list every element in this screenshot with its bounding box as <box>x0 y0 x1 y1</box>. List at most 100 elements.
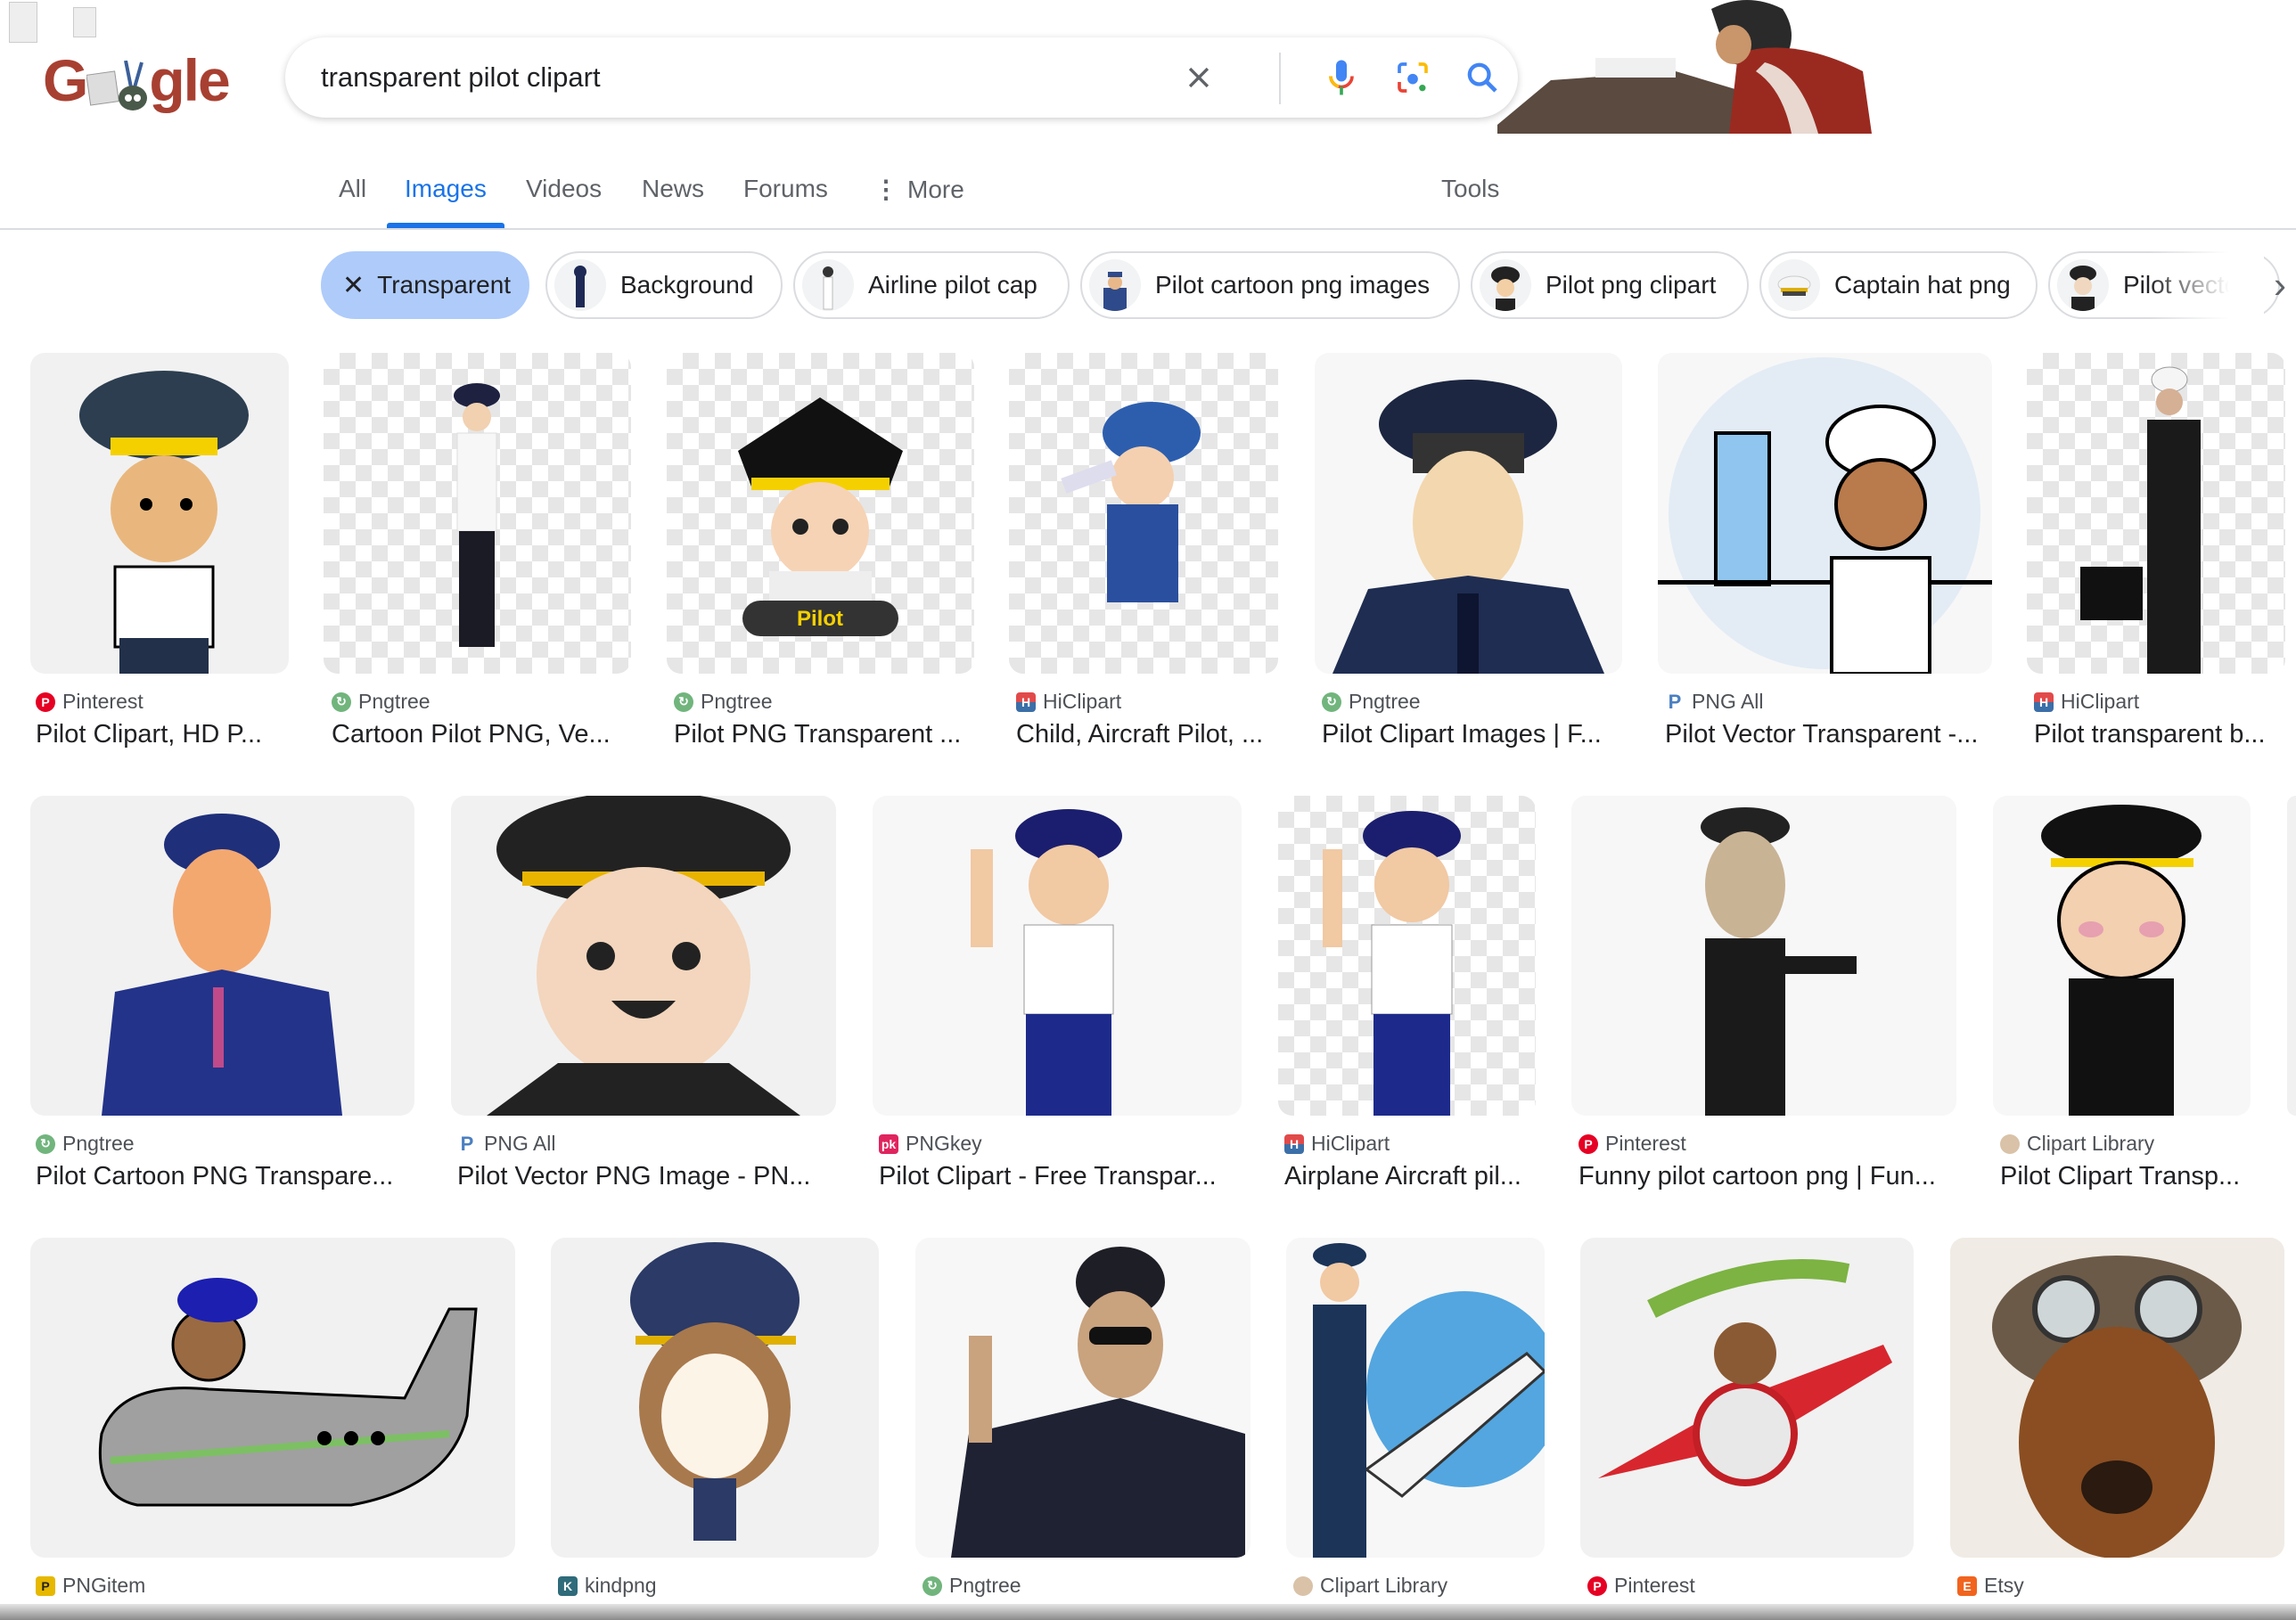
result-title-9[interactable]: Pilot Vector PNG Image - PN... <box>457 1162 836 1191</box>
pinterest-icon: P <box>1587 1575 1607 1596</box>
doodle-artwork[interactable] <box>1497 0 1907 134</box>
clipart-library-icon <box>1293 1575 1313 1596</box>
result-source-14[interactable]: P PNGitem <box>36 1574 145 1598</box>
result-image-3[interactable]: Pilot <box>667 353 974 674</box>
result-source-17[interactable]: Clipart Library <box>1293 1574 1447 1598</box>
source-name: Pngtree <box>701 690 773 713</box>
result-source-15[interactable]: Kkindpng <box>558 1574 657 1598</box>
clear-search-button[interactable] <box>1177 55 1221 100</box>
result-title-2[interactable]: Cartoon Pilot PNG, Ve... <box>332 720 631 749</box>
close-icon <box>1188 67 1210 88</box>
chip-background[interactable]: Background <box>545 251 783 319</box>
result-image-14[interactable] <box>30 1238 515 1558</box>
chip-thumbnail <box>802 259 854 311</box>
chip-pilot-cartoon-png-images[interactable]: Pilot cartoon png images <box>1080 251 1460 319</box>
result-image-4[interactable] <box>1009 353 1278 674</box>
source-name: PNG All <box>484 1132 556 1155</box>
result-title-8[interactable]: Pilot Cartoon PNG Transpare... <box>36 1162 414 1191</box>
pinterest-icon: P <box>1578 1133 1598 1154</box>
chip-airline-pilot-cap[interactable]: Airline pilot cap <box>793 251 1070 319</box>
chip-transparent[interactable]: ✕ Transparent <box>321 251 529 319</box>
tab-forums[interactable]: Forums <box>743 175 828 203</box>
tab-all[interactable]: All <box>339 175 366 203</box>
result-image-1[interactable] <box>30 353 289 674</box>
result-image-11[interactable] <box>1278 796 1536 1116</box>
result-title-12[interactable]: Funny pilot cartoon png | Fun... <box>1578 1162 1956 1191</box>
voice-search-button[interactable] <box>1319 55 1364 100</box>
result-image-19[interactable] <box>1950 1238 2284 1558</box>
pngtree-icon: ↻ <box>332 691 351 712</box>
result-title-10[interactable]: Pilot Clipart - Free Transpar... <box>879 1162 1242 1191</box>
google-doodle-logo[interactable]: G gle <box>43 46 231 114</box>
result-source-6[interactable]: P PNG All <box>1665 690 1764 714</box>
pinterest-icon: P <box>36 691 55 712</box>
dog-pilot-image <box>1950 1238 2284 1558</box>
result-source-2[interactable]: ↻ Pngtree <box>332 690 430 714</box>
tools-button[interactable]: Tools <box>1441 175 1499 203</box>
pngtree-icon: ↻ <box>674 691 693 712</box>
result-image-16[interactable] <box>915 1238 1250 1558</box>
pngitem-icon: P <box>36 1575 55 1596</box>
tab-videos[interactable]: Videos <box>526 175 602 203</box>
result-source-1[interactable]: P Pinterest <box>36 690 144 714</box>
tab-news[interactable]: News <box>642 175 704 203</box>
waving-pilot-image <box>971 809 1122 1116</box>
result-image-18[interactable] <box>1580 1238 1914 1558</box>
result-title-1[interactable]: Pilot Clipart, HD P... <box>36 720 289 749</box>
result-title-6[interactable]: Pilot Vector Transparent -... <box>1665 720 1992 749</box>
result-title-3[interactable]: Pilot PNG Transparent ... <box>674 720 974 749</box>
result-image-15[interactable] <box>551 1238 879 1558</box>
search-input[interactable] <box>321 37 1123 118</box>
result-image-6[interactable] <box>1658 353 1992 674</box>
result-image-8[interactable] <box>30 796 414 1116</box>
result-title-11[interactable]: Airplane Aircraft pil... <box>1284 1162 1536 1191</box>
result-title-4[interactable]: Child, Aircraft Pilot, ... <box>1016 720 1278 749</box>
girl-pilot-image <box>630 1242 800 1541</box>
result-image-partial[interactable] <box>2287 796 2296 1116</box>
result-image-12[interactable] <box>1571 796 1956 1116</box>
result-source-9[interactable]: P PNG All <box>457 1132 556 1156</box>
logo-letter-g: G <box>43 47 88 113</box>
result-source-16[interactable]: ↻ Pngtree <box>922 1574 1021 1598</box>
result-source-7[interactable]: H HiClipart <box>2034 690 2139 714</box>
result-source-10[interactable]: pk PNGkey <box>879 1132 982 1156</box>
source-name: Clipart Library <box>2027 1132 2155 1155</box>
result-source-3[interactable]: ↻ Pngtree <box>674 690 773 714</box>
tab-more[interactable]: ⋮ More <box>873 175 964 204</box>
tab-images[interactable]: Images <box>405 175 487 203</box>
chip-thumbnail <box>1089 259 1141 311</box>
result-image-10[interactable] <box>873 796 1242 1116</box>
source-name: Pinterest <box>1614 1574 1695 1597</box>
result-title-13[interactable]: Pilot Clipart Transp... <box>2000 1162 2251 1191</box>
chip-pilot-png-clipart[interactable]: Pilot png clipart <box>1471 251 1749 319</box>
result-image-5[interactable] <box>1315 353 1622 674</box>
doodle-sketch-1 <box>9 2 37 43</box>
faceless-pilot-image <box>1332 380 1604 674</box>
source-name: Pinterest <box>62 690 144 713</box>
result-source-19[interactable]: E Etsy <box>1957 1574 2024 1598</box>
chips-scroll-right-button[interactable]: › <box>2264 258 2296 312</box>
result-image-17[interactable] <box>1286 1238 1545 1558</box>
result-source-5[interactable]: ↻ Pngtree <box>1322 690 1421 714</box>
chip-label: Captain hat png <box>1834 271 2011 299</box>
child-pilot-image <box>1061 402 1201 602</box>
result-image-9[interactable] <box>451 796 836 1116</box>
result-source-11[interactable]: H HiClipart <box>1284 1132 1390 1156</box>
waving-pilot-image <box>1323 811 1461 1116</box>
result-source-4[interactable]: H HiClipart <box>1016 690 1121 714</box>
result-source-13[interactable]: Clipart Library <box>2000 1132 2154 1156</box>
chip-thumbnail <box>2057 259 2109 311</box>
result-image-13[interactable] <box>1993 796 2251 1116</box>
source-name: Pngtree <box>358 690 430 713</box>
result-image-7[interactable] <box>2027 353 2285 674</box>
lens-camera-icon <box>1398 62 1428 93</box>
chip-captain-hat-png[interactable]: Captain hat png <box>1759 251 2038 319</box>
result-source-8[interactable]: ↻ Pngtree <box>36 1132 135 1156</box>
result-image-2[interactable] <box>324 353 631 674</box>
chip-label: Pilot cartoon png images <box>1155 271 1431 299</box>
result-title-7[interactable]: Pilot transparent b... <box>2034 720 2285 749</box>
image-search-button[interactable] <box>1390 55 1435 100</box>
result-title-5[interactable]: Pilot Clipart Images | F... <box>1322 720 1622 749</box>
result-source-12[interactable]: P Pinterest <box>1578 1132 1686 1156</box>
result-source-18[interactable]: P Pinterest <box>1587 1574 1695 1598</box>
